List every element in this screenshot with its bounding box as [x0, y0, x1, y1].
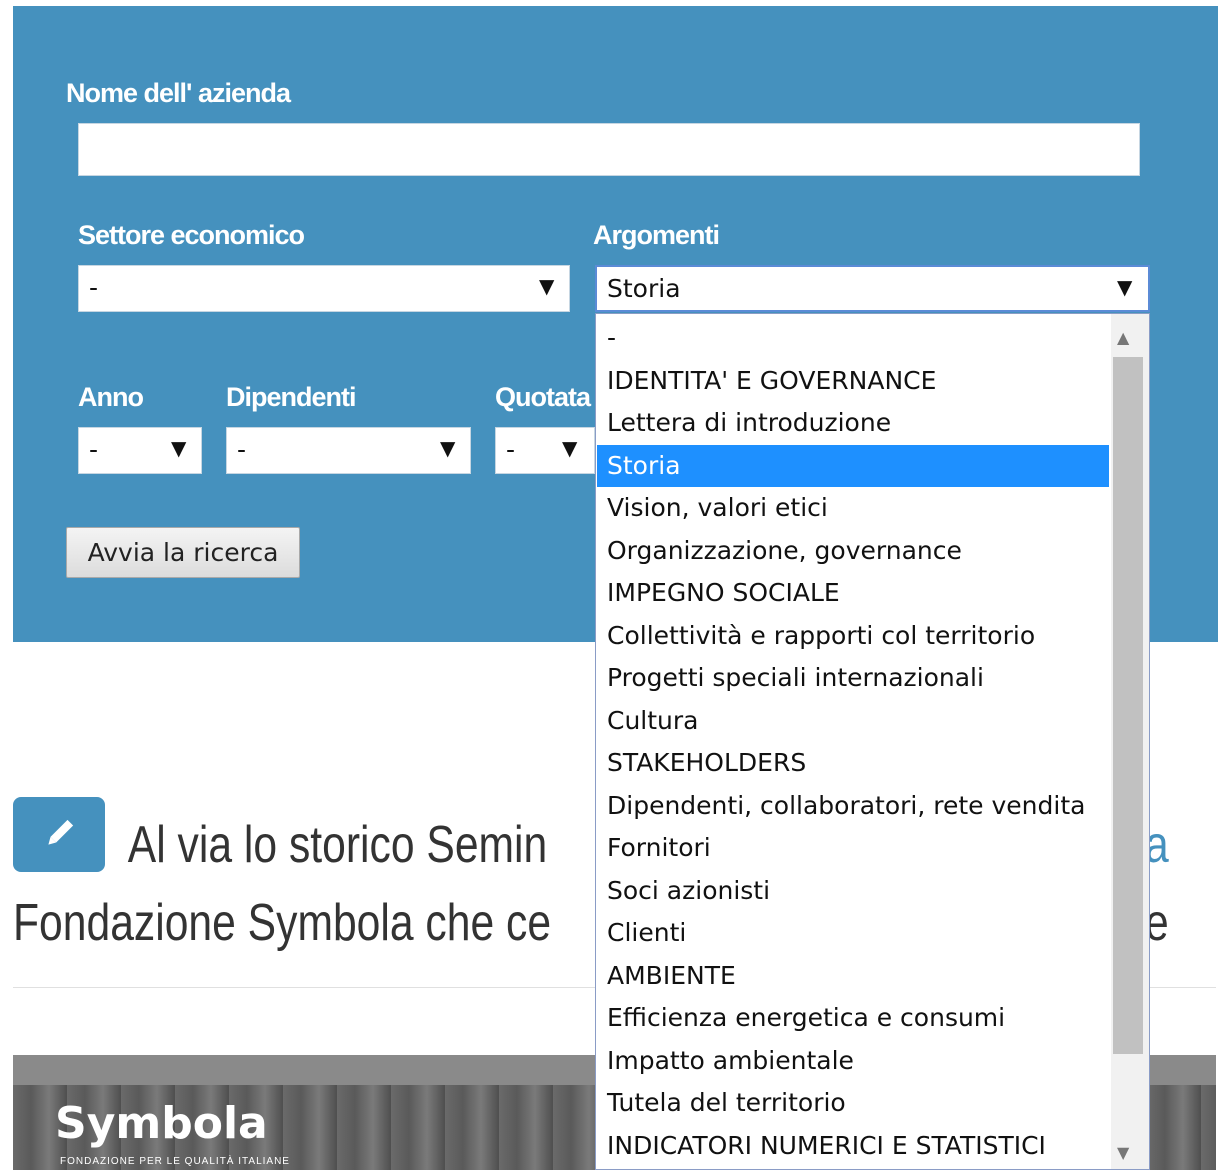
- employees-label: Dipendenti: [226, 382, 356, 412]
- dropdown-scrollbar-thumb[interactable]: [1113, 357, 1143, 1054]
- article-title-line1: Al via lo storico Semin: [127, 816, 548, 874]
- sector-label: Settore economico: [78, 220, 305, 250]
- dropdown-option[interactable]: Soci azionisti: [597, 870, 1109, 912]
- sector-select-value: -: [89, 273, 99, 302]
- topics-select-value: Storia: [607, 274, 681, 303]
- listed-select-value: -: [506, 435, 516, 464]
- year-label: Anno: [78, 382, 144, 412]
- dropdown-option[interactable]: AMBIENTE: [597, 955, 1109, 997]
- dropdown-option[interactable]: STAKEHOLDERS: [597, 742, 1109, 784]
- dropdown-option[interactable]: Storia: [597, 444, 1109, 487]
- dropdown-option[interactable]: -: [597, 317, 1109, 359]
- dropdown-option[interactable]: Vision, valori etici: [597, 487, 1109, 529]
- sector-select[interactable]: - ▼: [78, 265, 570, 312]
- chevron-down-icon: ▼: [539, 274, 555, 298]
- year-select-value: -: [89, 435, 99, 464]
- dropdown-option[interactable]: Efficienza energetica e consumi: [597, 997, 1109, 1039]
- listed-label: Quotata: [495, 382, 591, 412]
- dropdown-option[interactable]: Progetti speciali internazionali: [597, 657, 1109, 699]
- chevron-down-icon: ▼: [562, 436, 578, 460]
- scroll-down-icon[interactable]: ▼: [1117, 1143, 1129, 1162]
- year-select[interactable]: - ▼: [78, 427, 202, 474]
- dropdown-option[interactable]: Dipendenti, collaboratori, rete vendita: [597, 785, 1109, 827]
- scroll-up-icon[interactable]: ▲: [1117, 328, 1129, 347]
- company-name-input[interactable]: [78, 123, 1140, 176]
- employees-select[interactable]: - ▼: [226, 427, 471, 474]
- topics-dropdown-list[interactable]: - IDENTITA' E GOVERNANCE Lettera di introd…: [595, 313, 1150, 1170]
- listed-select[interactable]: - ▼: [495, 427, 595, 474]
- dropdown-option[interactable]: Collettività e rapporti col territorio: [597, 615, 1109, 657]
- dropdown-option[interactable]: INDICATORI NUMERICI E STATISTICI: [597, 1125, 1109, 1167]
- chevron-down-icon: ▼: [171, 436, 187, 460]
- dropdown-option[interactable]: Cultura: [597, 700, 1109, 742]
- company-name-label: Nome dell' azienda: [66, 78, 291, 108]
- symbola-logo-subtitle: FONDAZIONE PER LE QUALITÀ ITALIANE: [60, 1156, 290, 1167]
- symbola-logo: Symbola: [55, 1098, 268, 1149]
- dropdown-option[interactable]: IDENTITA' E GOVERNANCE: [597, 360, 1109, 402]
- chevron-down-icon: ▼: [1117, 275, 1133, 299]
- dropdown-option[interactable]: Impatto ambientale: [597, 1040, 1109, 1082]
- chevron-down-icon: ▼: [440, 436, 456, 460]
- dropdown-option[interactable]: Clienti: [597, 912, 1109, 954]
- employees-select-value: -: [237, 435, 247, 464]
- topics-select[interactable]: Storia ▼: [595, 265, 1150, 312]
- dropdown-option[interactable]: Organizzazione, governance: [597, 530, 1109, 572]
- search-button[interactable]: Avvia la ricerca: [66, 527, 300, 578]
- article-title-line2: Fondazione Symbola che ce: [13, 894, 552, 952]
- dropdown-option[interactable]: Tutela del territorio: [597, 1082, 1109, 1124]
- dropdown-option[interactable]: Lettera di introduzione: [597, 402, 1109, 444]
- dropdown-option[interactable]: Fornitori: [597, 827, 1109, 869]
- topics-label: Argomenti: [593, 220, 720, 250]
- dropdown-option[interactable]: IMPEGNO SOCIALE: [597, 572, 1109, 614]
